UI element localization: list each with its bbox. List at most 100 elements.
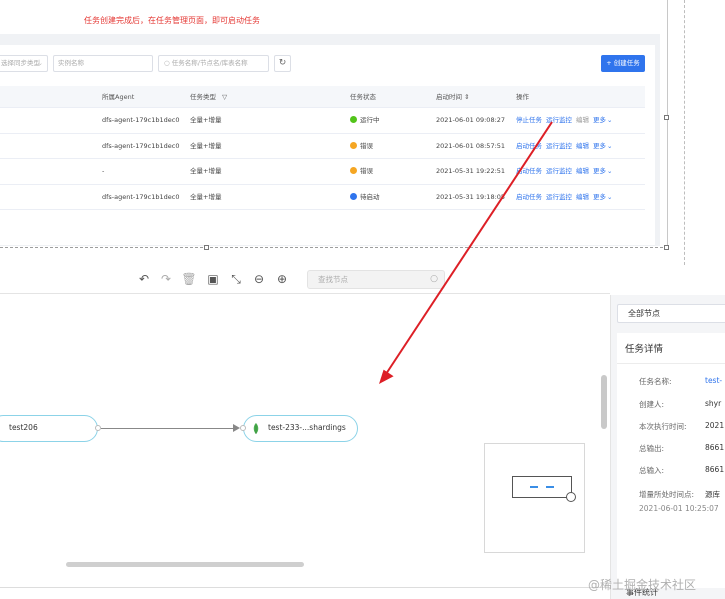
edit-link[interactable]: 编辑 (576, 167, 589, 175)
edge-line[interactable] (101, 428, 235, 429)
fit-screen-icon[interactable]: ▣ (205, 271, 221, 287)
edit-link[interactable]: 编辑 (576, 142, 589, 150)
divider (617, 363, 725, 364)
detail-value: 8661 (705, 443, 725, 452)
more-link[interactable]: 更多 (593, 142, 606, 150)
detail-value: 8661 (705, 465, 725, 474)
more-link[interactable]: 更多 (593, 116, 606, 124)
node-filter-select[interactable]: 全部节点 (617, 304, 725, 323)
resize-handle[interactable] (664, 115, 669, 120)
resize-handle[interactable] (664, 245, 669, 250)
task-detail-title: 任务详情 (625, 344, 664, 355)
vertical-scrollbar[interactable] (601, 375, 607, 429)
table-row[interactable]: dfs-agent-179c1b1dec0 全量+增量 待启动 2021-05-31 … (0, 185, 645, 210)
detail-value: 源库 (705, 490, 720, 499)
task-search-input[interactable]: ○ 任务名称/节点名/库表名称 (158, 55, 269, 72)
sort-icon: ⇕ (464, 93, 470, 101)
undo-icon[interactable]: ↶ (136, 271, 152, 287)
more-link[interactable]: 更多 (593, 167, 606, 175)
start-stop-task-link[interactable]: 启动任务 (516, 193, 542, 201)
cell-task-type: 全量+增量 (190, 141, 222, 150)
more-link[interactable]: 更多 (593, 193, 606, 201)
start-stop-task-link[interactable]: 启动任务 (516, 167, 542, 175)
node-output-port[interactable] (95, 425, 101, 431)
target-node[interactable]: test-233-...shardings (243, 415, 358, 442)
status-icon (350, 192, 357, 200)
cell-start-time: 2021-05-31 19:18:05 (436, 192, 506, 201)
resize-handle[interactable] (204, 245, 209, 250)
minimap-node (530, 486, 538, 488)
start-stop-task-link[interactable]: 启动任务 (516, 142, 542, 150)
refresh-button[interactable]: ↻ (274, 55, 291, 72)
frame-border (667, 0, 668, 248)
chevron-down-icon[interactable]: ⌄ (607, 167, 612, 175)
watermark: @稀土掘金技术社区 (588, 578, 697, 592)
table-row[interactable]: - 全量+增量 错误 2021-05-31 19:22:51 启动任务 运行监控 编辑 更多⌄ (0, 159, 645, 185)
cell-status: 错误 (350, 134, 373, 159)
run-monitor-link[interactable]: 运行监控 (546, 116, 572, 124)
cell-actions: 启动任务 运行监控 编辑 更多⌄ (516, 159, 616, 184)
mongodb-leaf-icon (253, 423, 259, 434)
shrink-icon[interactable]: ⤡ (228, 271, 244, 287)
incremental-timestamp: 2021-06-01 10:25:07 (639, 504, 719, 513)
canvas-toolbar (0, 266, 610, 294)
column-start-time[interactable]: 启动时间 ⇕ (436, 86, 470, 108)
trash-icon[interactable]: 🗑 (181, 271, 197, 287)
cell-task-type: 全量+增量 (190, 116, 222, 124)
filter-icon[interactable]: ▽ (222, 93, 227, 101)
chevron-down-icon[interactable]: ⌄ (607, 193, 612, 201)
column-agent: 所属Agent (102, 93, 135, 101)
cell-actions: 停止任务 运行监控 编辑 更多⌄ (516, 108, 616, 133)
run-monitor-link[interactable]: 运行监控 (546, 167, 572, 175)
source-node[interactable]: test206 (0, 415, 98, 442)
cell-agent: dfs-agent-179c1b1dec0 (102, 141, 180, 150)
table-row[interactable]: dfs-agent-179c1b1dec0 全量+增量 错误 2021-06-01 0… (0, 134, 645, 159)
edit-link[interactable]: 编辑 (576, 116, 589, 124)
selection-border (0, 247, 668, 248)
zoom-in-icon[interactable]: ⊕ (274, 271, 290, 287)
redo-icon[interactable]: ↷ (158, 271, 174, 287)
start-stop-task-link[interactable]: 停止任务 (516, 116, 542, 124)
edit-link[interactable]: 编辑 (576, 193, 589, 201)
minimap-viewport[interactable] (512, 476, 572, 498)
node-input-port[interactable] (240, 425, 246, 431)
cell-agent: dfs-agent-179c1b1dec0 (102, 192, 180, 201)
chevron-down-icon: ⌄ (37, 59, 43, 67)
detail-label: 总输出: (639, 444, 665, 453)
chevron-down-icon[interactable]: ⌄ (607, 116, 612, 124)
cell-actions: 启动任务 运行监控 编辑 更多⌄ (516, 134, 616, 159)
task-table-header: 所属Agent 任务类型 ▽ 任务状态 启动时间 ⇕ 操作 (0, 86, 645, 108)
column-task-type[interactable]: 任务类型 ▽ (190, 86, 227, 108)
table-row[interactable]: dfs-agent-179c1b1dec0 全量+增量 运行中 2021-06-01 … (0, 108, 645, 134)
column-actions: 操作 (516, 93, 529, 101)
divider (0, 587, 610, 588)
create-task-button[interactable]: + 创建任务 (601, 55, 645, 72)
detail-value: 2021 (705, 421, 725, 430)
run-monitor-link[interactable]: 运行监控 (546, 193, 572, 201)
minimap-resize-handle[interactable] (566, 492, 576, 502)
selection-border (684, 0, 685, 265)
instance-name-input[interactable]: 实例名称 (53, 55, 153, 72)
cell-task-type: 全量+增量 (190, 167, 222, 175)
edge-arrowhead (233, 424, 240, 432)
horizontal-scrollbar[interactable] (66, 562, 304, 567)
sync-type-select[interactable]: 选择同步类型 ⌄ (0, 55, 48, 72)
search-icon: ○ (164, 59, 170, 67)
task-table-body: dfs-agent-179c1b1dec0 全量+增量 运行中 2021-06-01 … (0, 108, 645, 210)
detail-value[interactable]: test- (705, 376, 722, 385)
node-search-input[interactable]: 查找节点 ○ (307, 270, 445, 289)
run-monitor-link[interactable]: 运行监控 (546, 142, 572, 150)
zoom-out-icon[interactable]: ⊖ (251, 271, 267, 287)
detail-label: 任务名称: (639, 377, 672, 386)
status-icon (350, 116, 357, 123)
cell-status: 待启动 (350, 185, 380, 210)
chevron-down-icon[interactable]: ⌄ (607, 142, 612, 150)
status-icon (350, 141, 357, 149)
cell-actions: 启动任务 运行监控 编辑 更多⌄ (516, 185, 616, 210)
task-hint-banner: 任务创建完成后，在任务管理页面，即可启动任务 (84, 16, 260, 25)
column-task-status: 任务状态 (350, 93, 376, 101)
cell-start-time: 2021-06-01 08:57:51 (436, 141, 506, 150)
search-icon: ○ (430, 274, 438, 284)
cell-status: 错误 (350, 159, 373, 184)
task-list-screenshot: 任务创建完成后，在任务管理页面，即可启动任务 选择同步类型 ⌄ 实例名称 ○ 任… (0, 0, 725, 265)
